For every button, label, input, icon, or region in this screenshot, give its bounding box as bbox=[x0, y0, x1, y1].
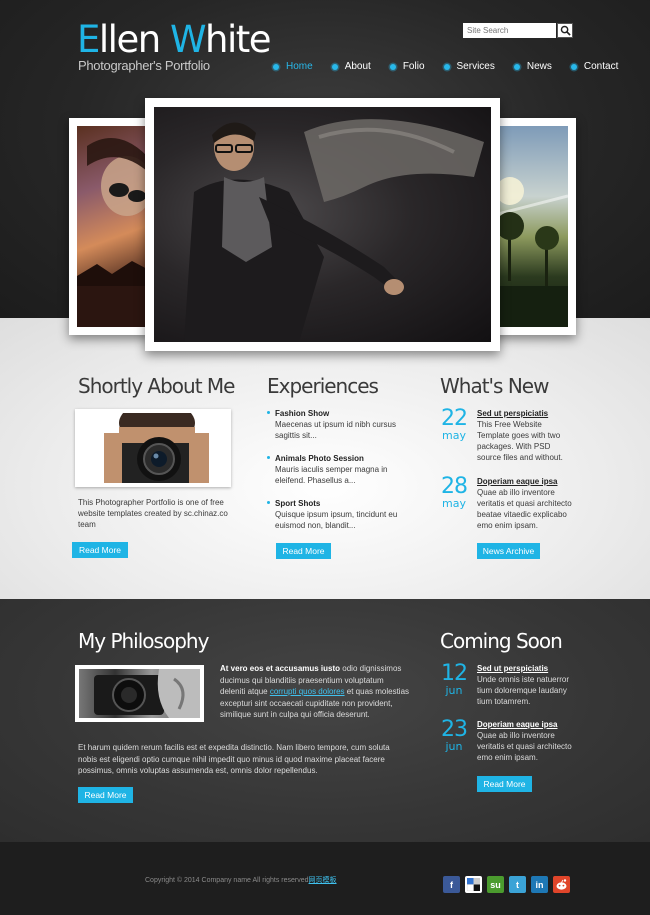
site-logo[interactable]: Ellen White bbox=[77, 18, 272, 61]
about-read-more-button[interactable]: Read More bbox=[72, 542, 128, 558]
event-title-link[interactable]: Sed ut perspiciatis bbox=[477, 663, 575, 674]
about-title: Shortly About Me bbox=[78, 374, 235, 398]
camera-hands-photo bbox=[79, 669, 200, 718]
about-text: This Photographer Portfolio is one of fr… bbox=[78, 498, 228, 529]
gallery-photo-right[interactable] bbox=[490, 118, 576, 335]
experience-item[interactable]: Fashion Show Maecenas ut ipsum id nibh c… bbox=[267, 408, 407, 441]
logo-initial-last: W bbox=[169, 18, 207, 61]
event-desc: Quae ab illo inventore veritatis et quas… bbox=[477, 731, 572, 762]
nav-label: News bbox=[526, 61, 552, 72]
nav-label: Folio bbox=[402, 61, 425, 72]
bullet-icon bbox=[267, 456, 270, 459]
nav-label: About bbox=[344, 61, 371, 72]
logo-rest-last: hite bbox=[205, 18, 272, 61]
date-month: jun bbox=[445, 684, 463, 697]
philosophy-image bbox=[75, 665, 204, 722]
about-image bbox=[75, 409, 231, 487]
philosophy-lead: At vero eos et accusamus iusto bbox=[220, 664, 341, 673]
event-date: 23 jun bbox=[439, 719, 469, 753]
news-title-link[interactable]: Doperiam eaque ipsa bbox=[477, 476, 575, 487]
experiences-read-more-button[interactable]: Read More bbox=[276, 543, 331, 559]
philosophy-inline-link[interactable]: corrupti quos dolores bbox=[270, 687, 345, 696]
nav-bullet-icon bbox=[389, 63, 396, 70]
philosophy-title: My Philosophy bbox=[78, 629, 209, 653]
philosophy-paragraph-1: At vero eos et accusamus iusto odio dign… bbox=[220, 663, 410, 721]
gallery-image-right bbox=[490, 126, 568, 327]
search-icon bbox=[560, 25, 571, 36]
footer-link[interactable]: 网页模板 bbox=[309, 877, 337, 884]
nav-label: Home bbox=[286, 61, 313, 72]
event-desc: Unde omnis iste natuerror tium doloremqu… bbox=[477, 675, 570, 706]
linkedin-icon[interactable]: in bbox=[531, 876, 548, 893]
nav-bullet-icon bbox=[443, 63, 450, 70]
nav-bullet-icon bbox=[273, 63, 279, 70]
nav-about[interactable]: About bbox=[331, 61, 371, 72]
nav-label: Contact bbox=[583, 61, 619, 72]
reddit-icon[interactable] bbox=[553, 876, 570, 893]
date-day: 22 bbox=[441, 406, 468, 431]
camera-photo bbox=[79, 413, 227, 483]
experience-desc: Maecenas ut ipsum id nibh cursus sagitti… bbox=[275, 420, 396, 440]
experience-title: Fashion Show bbox=[275, 409, 330, 418]
date-day: 23 bbox=[441, 717, 468, 742]
nav-services[interactable]: Services bbox=[443, 61, 495, 72]
event-title-link[interactable]: Doperiam eaque ipsa bbox=[477, 719, 575, 730]
experience-desc: Quisque ipsum ipsum, tincidunt eu euismo… bbox=[275, 510, 398, 530]
logo-rest-first: llen bbox=[98, 18, 161, 61]
copyright-text: Copyright © 2014 Company name All rights… bbox=[145, 877, 309, 884]
news-archive-button[interactable]: News Archive bbox=[477, 543, 540, 559]
nav-folio[interactable]: Folio bbox=[389, 61, 425, 72]
philosophy-paragraph-2: Et harum quidem rerum facilis est et exp… bbox=[78, 743, 390, 775]
stumbleupon-icon[interactable]: su bbox=[487, 876, 504, 893]
gallery-photo-left[interactable] bbox=[69, 118, 151, 335]
news-desc: Quae ab illo inventore veritatis et quas… bbox=[477, 488, 572, 530]
whats-new-title: What's New bbox=[440, 374, 549, 398]
search-button[interactable] bbox=[557, 23, 573, 38]
news-date: 28 may bbox=[439, 476, 469, 510]
news-date: 22 may bbox=[439, 408, 469, 442]
nav-label: Services bbox=[456, 61, 495, 72]
experience-desc: Mauris iaculis semper magna in eleifend.… bbox=[275, 465, 388, 485]
gallery-photo-main[interactable] bbox=[145, 98, 500, 351]
nav-bullet-icon bbox=[570, 63, 577, 70]
news-desc: This Free Website Template goes with two… bbox=[477, 420, 563, 462]
event-date: 12 jun bbox=[439, 663, 469, 697]
coming-soon-title: Coming Soon bbox=[440, 629, 563, 653]
main-nav: Home About Folio Services News Contact bbox=[273, 61, 618, 72]
experience-title: Animals Photo Session bbox=[275, 454, 364, 463]
date-month: may bbox=[442, 497, 466, 510]
date-day: 12 bbox=[441, 661, 468, 686]
twitter-icon[interactable]: t bbox=[509, 876, 526, 893]
nav-news[interactable]: News bbox=[513, 61, 552, 72]
gallery-image-main bbox=[154, 107, 491, 342]
date-month: may bbox=[442, 429, 466, 442]
nav-contact[interactable]: Contact bbox=[570, 61, 619, 72]
experiences-title: Experiences bbox=[267, 374, 379, 398]
site-tagline: Photographer's Portfolio bbox=[78, 58, 210, 73]
facebook-icon[interactable]: f bbox=[443, 876, 460, 893]
gallery-image-left bbox=[77, 126, 151, 327]
copyright: Copyright © 2014 Company name All rights… bbox=[145, 875, 337, 885]
social-links: f su t in bbox=[443, 876, 570, 893]
bullet-icon bbox=[267, 411, 270, 414]
logo-initial-first: E bbox=[77, 18, 100, 61]
bullet-icon bbox=[267, 501, 270, 504]
date-day: 28 bbox=[441, 474, 468, 499]
coming-soon-read-more-button[interactable]: Read More bbox=[477, 776, 532, 792]
delicious-icon[interactable] bbox=[465, 876, 482, 893]
nav-bullet-icon bbox=[513, 63, 520, 70]
nav-bullet-icon bbox=[331, 63, 338, 70]
search-input[interactable] bbox=[463, 23, 556, 38]
nav-home[interactable]: Home bbox=[273, 61, 313, 72]
date-month: jun bbox=[445, 740, 463, 753]
experience-item[interactable]: Sport Shots Quisque ipsum ipsum, tincidu… bbox=[267, 498, 407, 531]
experience-item[interactable]: Animals Photo Session Mauris iaculis sem… bbox=[267, 453, 407, 486]
philosophy-read-more-button[interactable]: Read More bbox=[78, 787, 133, 803]
news-title-link[interactable]: Sed ut perspiciatis bbox=[477, 408, 575, 419]
experience-title: Sport Shots bbox=[275, 499, 321, 508]
